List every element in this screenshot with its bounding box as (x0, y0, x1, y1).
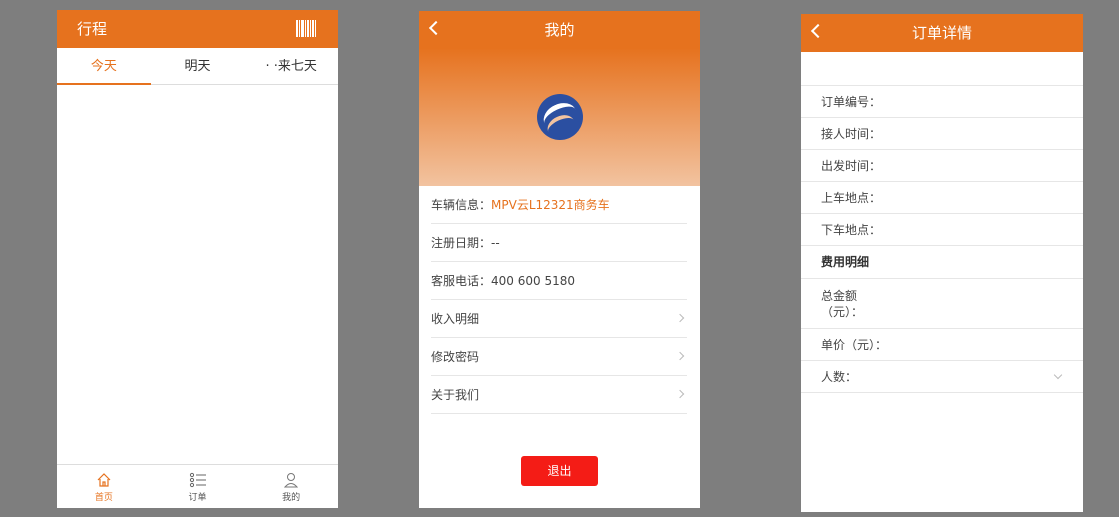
company-logo-icon (536, 94, 583, 140)
menu-item-label: 收入明细 (431, 312, 480, 326)
tabbar-item-home[interactable]: 首页 (57, 465, 151, 508)
registration-date-row: 注册日期：-- (431, 224, 687, 262)
menu-item-label: 关于我们 (431, 388, 480, 402)
tabbar-label-orders: 订单 (188, 493, 207, 503)
barcode-icon[interactable] (296, 20, 316, 37)
order-detail-list: 订单编号： 接人时间： 出发时间： 上车地点： 下车地点： 费用明细 总金额 （… (801, 85, 1083, 393)
registration-date-label: 注册日期： (431, 236, 492, 250)
chevron-down-icon (1053, 370, 1063, 380)
trips-navbar: 行程 (57, 10, 338, 48)
tabbar-label-home: 首页 (94, 493, 113, 503)
menu-item-about-us[interactable]: 关于我们 (431, 376, 687, 414)
pickup-time-row: 接人时间： (801, 118, 1083, 150)
profile-header (419, 48, 700, 186)
mine-screen: 我的 车辆信息：MPV云L12321商务车 注册日期：-- 客服电话：400 6… (419, 11, 700, 508)
order-detail-navbar: 订单详情 (801, 14, 1083, 52)
bottom-tabbar: 首页 订单 我的 (57, 464, 338, 508)
user-icon (244, 470, 338, 490)
chevron-right-icon (675, 389, 685, 399)
menu-item-income-details[interactable]: 收入明细 (431, 300, 687, 338)
vehicle-info-value: MPV云L12321商务车 (491, 198, 610, 212)
trips-screen: 行程 今天 明天 · ·来七天 首页 订单 我的 (57, 10, 338, 508)
home-icon (57, 470, 151, 490)
page-title: 我的 (544, 21, 575, 39)
people-count-row[interactable]: 人数： (801, 361, 1083, 393)
tabbar-item-mine[interactable]: 我的 (244, 465, 338, 508)
order-number-row: 订单编号： (801, 86, 1083, 118)
service-phone-value: 400 600 5180 (491, 274, 575, 288)
menu-item-label: 修改密码 (431, 350, 480, 364)
total-amount-label: 总金额 (821, 289, 858, 303)
profile-info-list: 车辆信息：MPV云L12321商务车 注册日期：-- 客服电话：400 600 … (419, 186, 700, 414)
tab-tomorrow[interactable]: 明天 (151, 48, 245, 84)
service-phone-label: 客服电话： (431, 274, 492, 288)
chevron-right-icon (675, 313, 685, 323)
day-tabs: 今天 明天 · ·来七天 (57, 48, 338, 85)
departure-time-row: 出发时间： (801, 150, 1083, 182)
tabbar-item-orders[interactable]: 订单 (151, 465, 245, 508)
menu-item-change-password[interactable]: 修改密码 (431, 338, 687, 376)
people-count-label: 人数： (821, 370, 858, 384)
page-title: 行程 (77, 20, 108, 38)
total-amount-row: 总金额 （元）： (801, 279, 1083, 329)
total-amount-unit: （元）： (821, 305, 864, 319)
page-title: 订单详情 (911, 24, 972, 42)
dropoff-location-row: 下车地点： (801, 214, 1083, 246)
unit-price-row: 单价（元）： (801, 329, 1083, 361)
registration-date-value: -- (491, 236, 500, 250)
vehicle-info-row: 车辆信息：MPV云L12321商务车 (431, 186, 687, 224)
list-icon (151, 470, 245, 490)
service-phone-row: 客服电话：400 600 5180 (431, 262, 687, 300)
logout-button[interactable]: 退出 (521, 456, 598, 486)
tabbar-label-mine: 我的 (282, 493, 301, 503)
tab-next-seven-days[interactable]: · ·来七天 (244, 48, 338, 84)
boarding-location-row: 上车地点： (801, 182, 1083, 214)
chevron-right-icon (675, 351, 685, 361)
mine-navbar: 我的 (419, 11, 700, 49)
order-detail-screen: 订单详情 订单编号： 接人时间： 出发时间： 上车地点： 下车地点： 费用明细 … (801, 14, 1083, 512)
fee-details-header: 费用明细 (801, 246, 1083, 279)
tab-today[interactable]: 今天 (57, 48, 151, 85)
vehicle-info-label: 车辆信息： (431, 198, 492, 212)
